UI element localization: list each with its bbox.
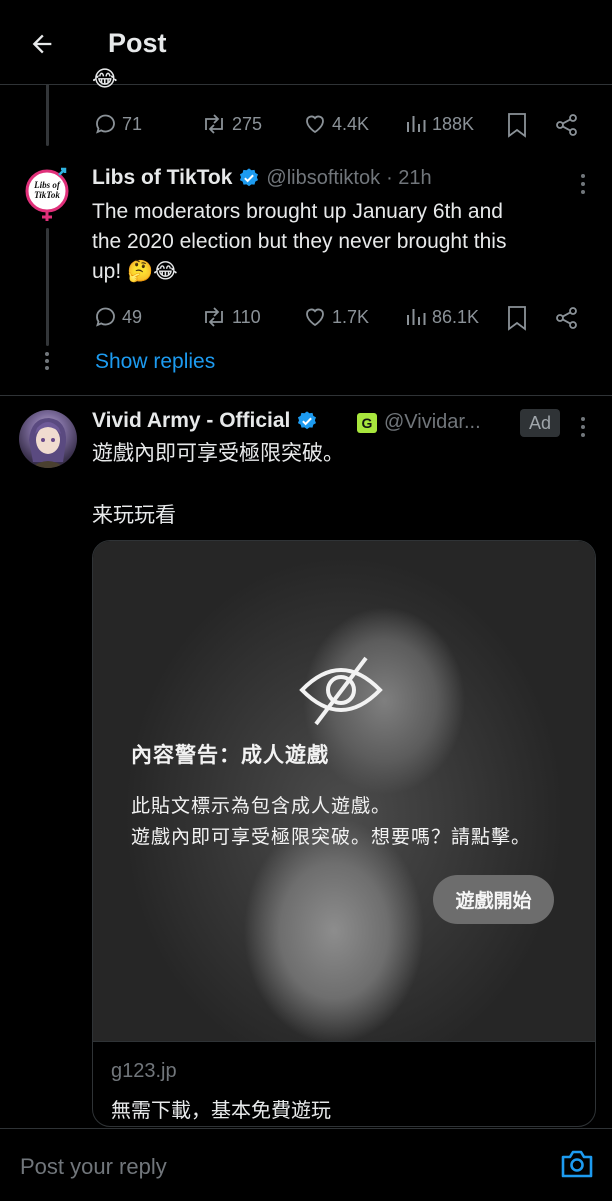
eye-slash-icon bbox=[299, 656, 383, 726]
avatar[interactable]: Libs of TikTok bbox=[23, 167, 71, 223]
arrow-left-icon bbox=[32, 34, 52, 54]
tweet-text-line1: 遊戲內即可享受極限突破。 bbox=[92, 442, 344, 465]
reply-button[interactable]: 71 bbox=[94, 112, 142, 136]
tweet-header: Libs of TikTok @libsoftiktok · 21h bbox=[92, 166, 432, 190]
share-button[interactable] bbox=[554, 112, 580, 138]
reply-count: 71 bbox=[122, 113, 143, 134]
content-warning-title: 內容警告：成人遊戲 bbox=[131, 744, 329, 767]
views-count: 188K bbox=[432, 113, 475, 134]
divider bbox=[0, 395, 612, 396]
more-options-button[interactable] bbox=[573, 417, 593, 437]
post-time: · 21h bbox=[386, 166, 432, 189]
thread-dot bbox=[45, 359, 49, 363]
thread-dot bbox=[45, 352, 49, 356]
reply-icon bbox=[96, 307, 115, 327]
camera-icon bbox=[561, 1150, 593, 1178]
content-warning-text: 此貼文標示為包含成人遊戲。 bbox=[131, 796, 392, 817]
heart-icon bbox=[306, 308, 324, 327]
repost-button[interactable]: 110 bbox=[200, 305, 261, 329]
sensitive-media[interactable]: 內容警告：成人遊戲 此貼文標示為包含成人遊戲。 遊戲內即可享受極限突破。想要嗎？… bbox=[93, 541, 595, 1042]
thread-line bbox=[46, 228, 49, 346]
repost-count: 275 bbox=[232, 113, 263, 134]
views-icon bbox=[407, 116, 426, 132]
avatar[interactable] bbox=[19, 410, 77, 468]
bookmark-icon bbox=[508, 306, 526, 331]
tweet-text: The moderators brought up January 6th an… bbox=[92, 200, 507, 283]
bookmark-icon bbox=[508, 113, 526, 138]
reply-input[interactable] bbox=[18, 1151, 522, 1183]
reply-count: 49 bbox=[122, 306, 143, 327]
more-options-button[interactable] bbox=[573, 174, 593, 194]
card-description: 無需下載，基本免費遊玩 bbox=[111, 1100, 331, 1122]
affiliate-badge-icon: G bbox=[357, 413, 377, 433]
avatar-logo-text: Libs of TikTok bbox=[34, 180, 60, 200]
verified-badge-icon bbox=[298, 411, 317, 430]
share-icon bbox=[556, 114, 577, 136]
like-button[interactable]: 4.4K bbox=[302, 112, 369, 136]
thread-dot bbox=[45, 366, 49, 370]
user-handle[interactable]: @Vividar... bbox=[384, 411, 481, 434]
page-title: Post bbox=[108, 28, 167, 58]
start-game-button[interactable]: 遊戲開始 bbox=[433, 875, 554, 924]
tweet-header: Vivid Army - Official bbox=[92, 409, 318, 433]
reply-bar bbox=[0, 1128, 612, 1201]
display-name[interactable]: Vivid Army - Official bbox=[92, 409, 290, 433]
card-domain: g123.jp bbox=[111, 1060, 177, 1082]
repost-icon bbox=[205, 307, 223, 327]
like-button[interactable]: 1.7K bbox=[302, 305, 369, 329]
user-handle[interactable]: @libsoftiktok bbox=[266, 167, 380, 190]
views-count: 86.1K bbox=[432, 306, 480, 327]
heart-icon bbox=[306, 115, 324, 134]
repost-icon bbox=[205, 114, 223, 134]
reply-icon bbox=[96, 114, 115, 134]
camera-button[interactable] bbox=[560, 1149, 594, 1179]
like-count: 4.4K bbox=[332, 113, 370, 134]
display-name[interactable]: Libs of TikTok bbox=[92, 166, 232, 190]
bookmark-button[interactable] bbox=[506, 305, 528, 331]
thread-line bbox=[46, 84, 49, 146]
tweet-text-emoji: 😂 bbox=[92, 68, 118, 91]
views-button[interactable]: 188K bbox=[404, 112, 474, 136]
views-button[interactable]: 86.1K bbox=[404, 305, 479, 329]
content-warning-text: 遊戲內即可享受極限突破。想要嗎？請點擊。 bbox=[131, 827, 532, 848]
repost-button[interactable]: 275 bbox=[200, 112, 262, 136]
share-icon bbox=[556, 307, 577, 329]
ad-badge: Ad bbox=[520, 409, 560, 437]
show-replies-link[interactable]: Show replies bbox=[95, 350, 215, 374]
bookmark-button[interactable] bbox=[506, 112, 528, 138]
like-count: 1.7K bbox=[332, 306, 370, 327]
back-button[interactable] bbox=[22, 24, 62, 64]
verified-badge-icon bbox=[240, 168, 259, 187]
share-button[interactable] bbox=[554, 305, 580, 331]
views-icon bbox=[407, 309, 426, 325]
anime-avatar-icon bbox=[29, 418, 67, 468]
reply-button[interactable]: 49 bbox=[94, 305, 142, 329]
ad-card[interactable]: 內容警告：成人遊戲 此貼文標示為包含成人遊戲。 遊戲內即可享受極限突破。想要嗎？… bbox=[92, 540, 596, 1127]
tweet-text-line2: 来玩玩看 bbox=[92, 504, 176, 527]
repost-count: 110 bbox=[232, 306, 261, 327]
